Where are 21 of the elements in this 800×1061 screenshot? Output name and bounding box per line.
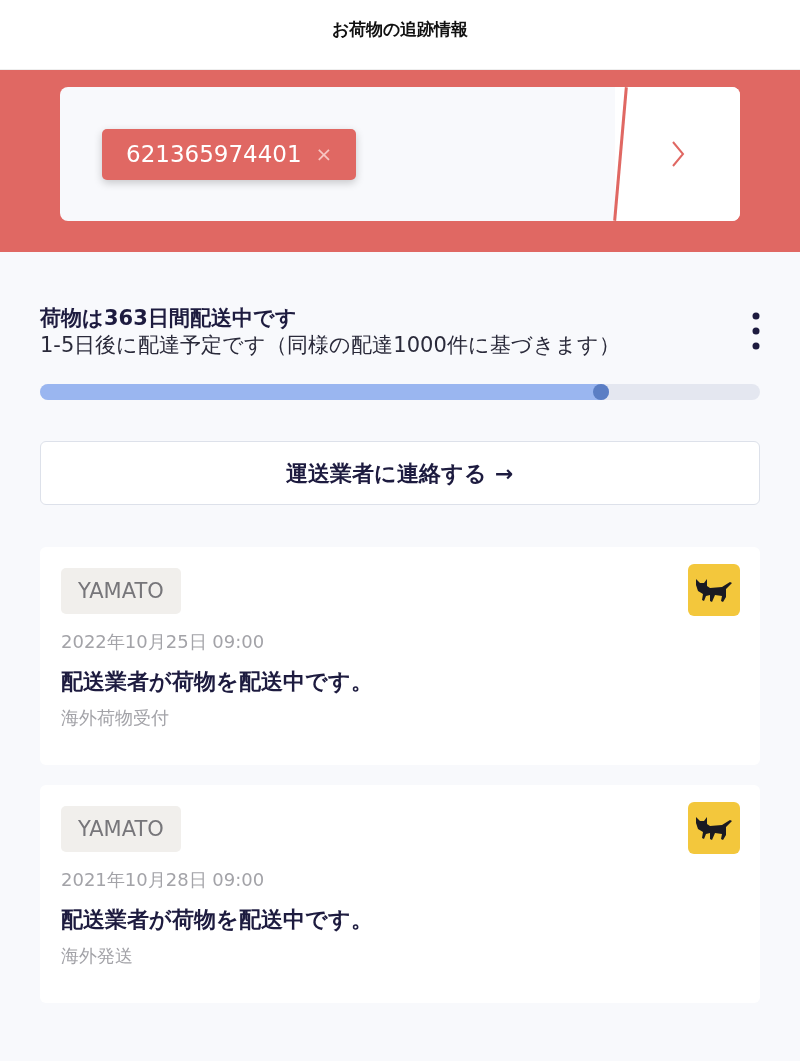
page-title: お荷物の追跡情報 — [332, 17, 468, 41]
submit-button[interactable] — [615, 87, 740, 221]
status-subtitle: 1-5日後に配達予定です（同様の配達1000件に基づきます） — [40, 332, 621, 358]
carrier-tag: YAMATO — [61, 806, 181, 852]
tracking-chip[interactable]: 621365974401 × — [102, 128, 357, 180]
status-title: 荷物は363日間配送中です — [40, 305, 298, 332]
cat-logo-icon — [688, 802, 740, 854]
remove-glyph[interactable]: × — [315, 139, 333, 169]
event-detail: 海外発送 — [61, 944, 134, 968]
event-message: 配送業者が荷物を配送中です。 — [61, 668, 374, 696]
event-detail: 海外荷物受付 — [61, 706, 170, 730]
carrier-tag: YAMATO — [61, 568, 181, 614]
contact-carrier-button[interactable]: 運送業者に連絡する → — [40, 441, 760, 505]
event-datetime: 2022年10月25日 09:00 — [61, 630, 266, 654]
more-icon[interactable] — [752, 312, 760, 350]
cat-logo-icon — [688, 564, 740, 616]
tracking-number: 621365974401 — [126, 139, 302, 169]
event-message: 配送業者が荷物を配送中です。 — [61, 906, 374, 934]
chevron-right-icon — [670, 140, 685, 168]
search-field[interactable]: 621365974401 × — [60, 87, 740, 221]
event-datetime: 2021年10月28日 09:00 — [61, 868, 266, 892]
